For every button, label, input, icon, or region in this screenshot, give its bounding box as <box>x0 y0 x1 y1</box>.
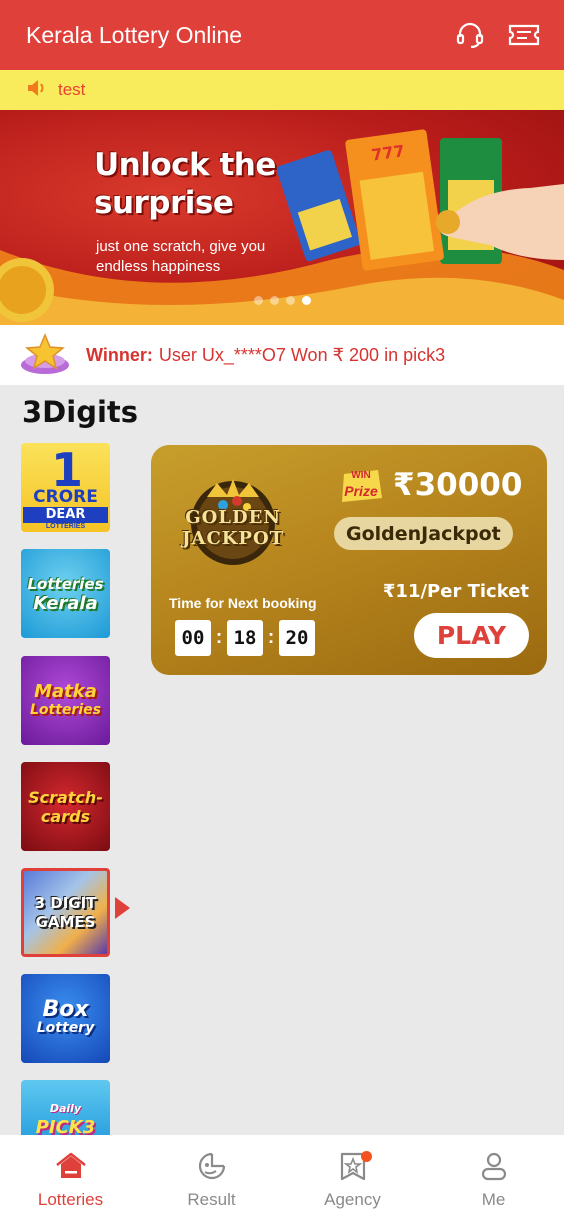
category-box-lottery[interactable]: Box Lottery <box>21 974 110 1063</box>
category-3-digit-games[interactable]: 3 DIGIT GAMES <box>21 868 110 957</box>
timer-seconds: 20 <box>279 620 315 656</box>
section-title: 3Digits <box>22 395 139 429</box>
category-line1: Box <box>42 996 89 1022</box>
category-line2: Lottery <box>36 1019 95 1036</box>
timer-separator: : <box>267 627 275 648</box>
timer-minutes: 18 <box>227 620 263 656</box>
tab-result[interactable]: Result <box>141 1135 282 1226</box>
notice-text: test <box>58 80 86 99</box>
timer-hours: 00 <box>175 620 211 656</box>
carousel-dot[interactable] <box>286 296 295 305</box>
category-scratch-cards[interactable]: Scratch- cards <box>21 762 110 851</box>
promo-banner[interactable]: 777 Unlock the surprise just one scratch… <box>0 110 564 325</box>
selected-indicator-icon <box>115 897 130 919</box>
tab-label: Agency <box>324 1190 381 1209</box>
app-root: Kerala Lottery Online test 777 Unlock th… <box>0 0 564 1226</box>
ticket-price: ₹11/Per Ticket <box>382 581 529 602</box>
banner-headline: Unlock the surprise <box>94 147 276 221</box>
category-line2: PICK3 <box>35 1117 96 1135</box>
play-button[interactable]: PLAY <box>414 613 529 658</box>
notification-dot <box>361 1151 372 1162</box>
top-bar: Kerala Lottery Online <box>0 0 564 70</box>
category-1-crore-dear[interactable]: 1 CRORE DEAR LOTTERIES <box>21 443 110 532</box>
tab-label: Result <box>187 1190 236 1209</box>
notice-bar[interactable]: test <box>0 70 564 110</box>
category-line1: Daily <box>49 1102 82 1115</box>
headset-icon[interactable] <box>450 15 490 55</box>
category-line1: 3 DIGIT <box>34 893 97 912</box>
logo-text: GOLDEN JACKPOT <box>181 507 285 549</box>
carousel-dot[interactable] <box>254 296 263 305</box>
result-icon <box>196 1151 228 1186</box>
timer-label: Time for Next booking <box>169 595 317 611</box>
tab-agency[interactable]: Agency <box>282 1135 423 1226</box>
category-line2: Lotteries <box>30 701 101 718</box>
tab-me[interactable]: Me <box>423 1135 564 1226</box>
carousel-dots <box>254 296 311 305</box>
category-line1: Lotteries <box>27 574 104 593</box>
category-lotteries-kerala[interactable]: Lotteries Kerala <box>21 549 110 638</box>
speaker-icon <box>26 78 48 103</box>
winner-marquee: Winner: User Ux_****O7 Won ₹ 200 in pick… <box>0 325 564 385</box>
banner-subtitle: just one scratch, give you endless happi… <box>96 238 266 275</box>
prize-badge-prize: Prize <box>344 483 378 499</box>
game-card-golden-jackpot[interactable]: GOLDEN JACKPOT WIN Prize ₹30000 GoldenJa… <box>151 445 547 675</box>
tab-label: Lotteries <box>37 1190 104 1209</box>
category-line1: Scratch- <box>28 787 103 807</box>
winner-message: User Ux_****O7 Won ₹ 200 in pick3 <box>158 344 446 365</box>
tab-lotteries[interactable]: Lotteries <box>0 1135 141 1226</box>
user-icon <box>478 1151 510 1186</box>
bottom-tab-bar: Lotteries Result Agency Me <box>0 1135 564 1226</box>
win-prize-badge: WIN Prize <box>338 468 384 504</box>
prize-amount: ₹30000 <box>393 467 523 503</box>
carousel-dot-active[interactable] <box>302 296 311 305</box>
category-matka-lotteries[interactable]: Matka Lotteries <box>21 656 110 745</box>
category-1-crore: CRORE <box>33 487 98 507</box>
star-trophy-icon <box>18 331 72 380</box>
app-title: Kerala Lottery Online <box>26 21 243 48</box>
category-line2: cards <box>40 806 91 826</box>
timer-separator: : <box>215 627 223 648</box>
carousel-dot[interactable] <box>270 296 279 305</box>
category-1-dear: DEAR <box>23 507 108 523</box>
countdown-timer: 00 : 18 : 20 <box>175 620 315 656</box>
prize-badge-win: WIN <box>351 470 371 481</box>
category-line2: GAMES <box>35 912 96 931</box>
category-line1: Matka <box>34 680 97 702</box>
ticket-icon[interactable] <box>504 15 544 55</box>
tab-label: Me <box>481 1190 506 1209</box>
winner-label: Winner: <box>86 344 153 365</box>
category-line2: Kerala <box>33 592 98 614</box>
category-1-small: LOTTERIES <box>45 523 86 530</box>
home-icon <box>55 1151 87 1186</box>
category-daily-pick3[interactable]: Daily PICK3 <box>21 1080 110 1135</box>
game-name-pill: GoldenJackpot <box>334 517 513 550</box>
